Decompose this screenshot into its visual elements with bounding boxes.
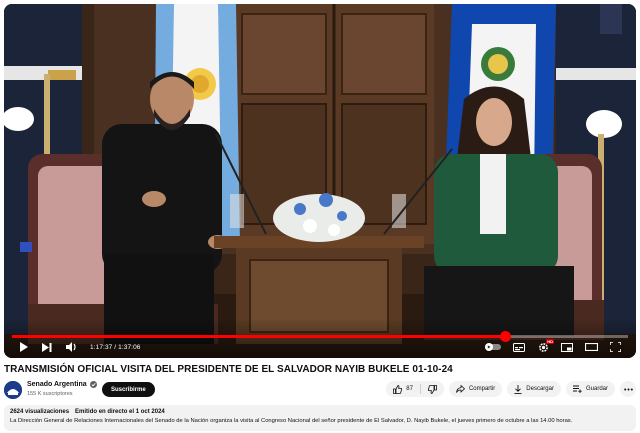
- like-button[interactable]: 87: [386, 381, 420, 397]
- like-count: 87: [406, 386, 413, 392]
- action-buttons: 87 Compartir Descargar Guardar: [381, 381, 636, 397]
- miniplayer-button[interactable]: [556, 338, 578, 356]
- next-icon: [42, 342, 52, 352]
- channel-name[interactable]: Senado Argentina: [27, 381, 97, 388]
- video-title: TRANSMISIÓN OFICIAL VISITA DEL PRESIDENT…: [4, 364, 453, 375]
- subtitles-button[interactable]: [508, 338, 530, 356]
- channel-name-text: Senado Argentina: [27, 381, 87, 388]
- time-display: 1:17:37 / 1:37:06: [90, 344, 141, 351]
- video-frame: [4, 4, 636, 358]
- dislike-button[interactable]: [421, 381, 444, 397]
- thumbs-down-icon: [427, 384, 437, 394]
- subscribe-button[interactable]: Suscribirme: [102, 382, 155, 397]
- more-horizontal-icon: [623, 388, 633, 390]
- current-time: 1:17:37: [90, 343, 113, 351]
- next-button[interactable]: [36, 338, 58, 356]
- save-playlist-icon: [572, 385, 582, 393]
- subscriber-count: 155 K suscriptores: [27, 391, 73, 397]
- volume-button[interactable]: [60, 338, 82, 356]
- channel-avatar[interactable]: [4, 381, 22, 399]
- video-player[interactable]: 1:17:37 / 1:37:06 HD: [4, 4, 636, 358]
- fullscreen-icon: [609, 342, 621, 352]
- share-icon: [456, 385, 465, 393]
- share-label: Compartir: [468, 386, 496, 392]
- description-text: La Dirección General de Relaciones Inter…: [10, 418, 573, 424]
- channel-logo-icon: [4, 381, 22, 399]
- save-button[interactable]: Guardar: [565, 381, 615, 397]
- miniplayer-icon: [561, 342, 573, 352]
- autoplay-toggle-icon: [485, 343, 501, 351]
- duration: 1:37:06: [118, 343, 141, 351]
- download-button[interactable]: Descargar: [507, 381, 561, 397]
- fullscreen-button[interactable]: [604, 338, 626, 356]
- play-button[interactable]: [12, 338, 34, 356]
- blue-decor: [20, 242, 32, 252]
- player-controls-right: HD: [480, 338, 628, 356]
- save-label: Guardar: [585, 386, 608, 392]
- subtitles-icon: [513, 342, 525, 352]
- volume-icon: [65, 342, 76, 352]
- theater-mode-button[interactable]: [580, 338, 602, 356]
- description-meta: 2624 visualizaciones Emitido en directo e…: [10, 409, 630, 415]
- description-box[interactable]: 2624 visualizaciones Emitido en directo e…: [4, 405, 636, 431]
- view-count: 2624 visualizaciones: [10, 409, 70, 415]
- more-actions-button[interactable]: [620, 381, 636, 397]
- thumbs-up-icon: [393, 384, 403, 394]
- download-label: Descargar: [526, 386, 554, 392]
- share-button[interactable]: Compartir: [448, 381, 503, 397]
- channel-row: Senado Argentina 155 K suscriptores Susc…: [4, 379, 636, 401]
- play-icon: [19, 342, 28, 352]
- theater-icon: [584, 343, 598, 351]
- download-icon: [514, 384, 522, 394]
- stream-date: Emitido en directo el 1 oct 2024: [75, 409, 165, 415]
- hd-badge: HD: [546, 339, 554, 344]
- verified-icon: [89, 381, 97, 388]
- like-dislike-group: 87: [386, 381, 444, 397]
- autoplay-toggle[interactable]: [480, 338, 506, 356]
- settings-button[interactable]: HD: [532, 338, 554, 356]
- player-controls: 1:17:37 / 1:37:06 HD: [4, 338, 636, 356]
